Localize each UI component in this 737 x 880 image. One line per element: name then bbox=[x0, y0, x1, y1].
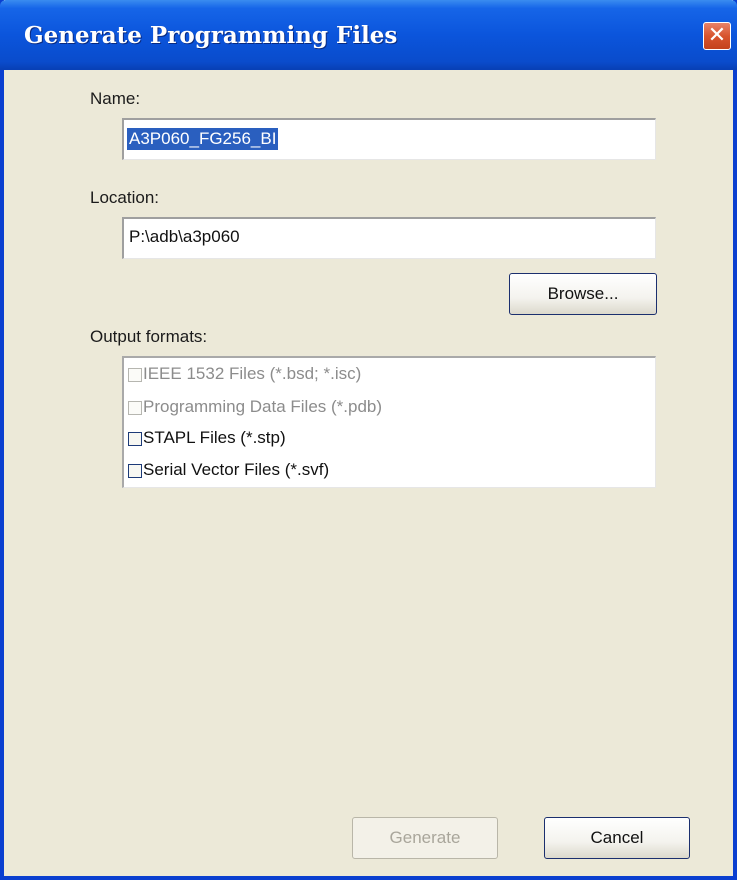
dialog-title: Generate Programming Files bbox=[24, 22, 398, 49]
list-item-label: IEEE 1532 Files (*.bsd; *.isc) bbox=[143, 364, 362, 383]
checkbox-stapl[interactable] bbox=[128, 432, 142, 446]
name-input-value: A3P060_FG256_BI bbox=[127, 128, 279, 150]
location-input[interactable]: P:\adb\a3p060 bbox=[122, 217, 656, 259]
title-bar[interactable]: Generate Programming Files ✕ bbox=[0, 0, 737, 70]
output-formats-label: Output formats: bbox=[90, 327, 208, 346]
checkbox-programming-data[interactable] bbox=[128, 401, 142, 415]
list-item-label: Serial Vector Files (*.svf) bbox=[143, 460, 330, 479]
location-input-value: P:\adb\a3p060 bbox=[129, 227, 240, 246]
browse-button[interactable]: Browse... bbox=[509, 273, 657, 315]
checkbox-ieee-1532[interactable] bbox=[128, 368, 142, 382]
dialog-window: Generate Programming Files ✕ Name: A3P06… bbox=[0, 0, 737, 880]
list-item-label: Programming Data Files (*.pdb) bbox=[143, 397, 383, 416]
list-item-label: STAPL Files (*.stp) bbox=[143, 428, 286, 447]
cancel-button[interactable]: Cancel bbox=[544, 817, 690, 859]
name-label: Name: bbox=[90, 89, 141, 108]
location-label: Location: bbox=[90, 188, 159, 207]
generate-button[interactable]: Generate bbox=[352, 817, 498, 859]
checkbox-serial-vector[interactable] bbox=[128, 464, 142, 478]
output-formats-list[interactable]: IEEE 1532 Files (*.bsd; *.isc) Programmi… bbox=[122, 356, 656, 488]
name-input[interactable]: A3P060_FG256_BI bbox=[122, 118, 656, 160]
close-icon[interactable]: ✕ bbox=[703, 22, 731, 50]
